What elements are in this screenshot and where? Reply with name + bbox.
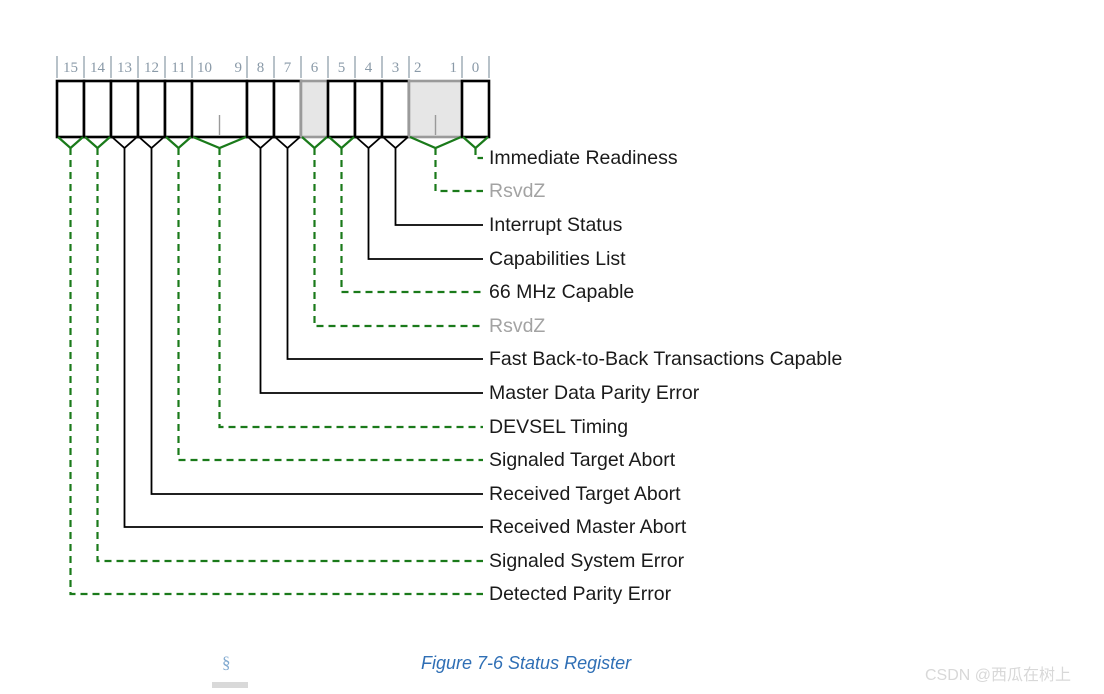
cell-connector-10-9 — [192, 135, 247, 150]
register-cell-3 — [380, 79, 411, 139]
status-register-diagram: 15 14 13 12 11 10 9 8 7 6 5 4 3 2 1 0 Immediate Readine… — [55, 56, 1071, 688]
bit-number-9: 9 — [235, 60, 243, 76]
footer-rule — [212, 682, 248, 688]
leader-line-4 — [367, 148, 483, 260]
bit-number-12: 12 — [144, 60, 159, 76]
field-label-devsel-timing: DEVSEL Timing — [489, 416, 628, 438]
cell-connector-5 — [328, 136, 355, 150]
bit-number-13: 13 — [117, 60, 132, 76]
bit-number-7: 7 — [284, 60, 292, 76]
register-cell-7 — [272, 79, 303, 139]
bit-number-6: 6 — [311, 60, 319, 76]
cell-connector-4 — [355, 136, 382, 150]
leader-line-5 — [340, 148, 483, 294]
bit-number-15: 15 — [63, 60, 78, 76]
field-label-fast-back-to-back-transactions-capable: Fast Back-to-Back Transactions Capable — [489, 348, 842, 370]
cell-connector-11 — [165, 136, 192, 150]
leader-line-0 — [474, 148, 483, 160]
leader-line-7 — [286, 148, 483, 360]
cell-connector-14 — [84, 136, 111, 150]
cell-connector-15 — [57, 136, 84, 150]
leader-line-6 — [313, 148, 483, 328]
register-cell-15 — [55, 79, 86, 139]
figure-caption: Figure 7-6 Status Register — [421, 653, 632, 673]
field-label-rsvdz: RsvdZ — [489, 315, 545, 337]
register-cell-6 — [299, 79, 330, 139]
leader-line-11 — [177, 148, 483, 462]
section-mark: § — [222, 653, 231, 672]
bit-number-5: 5 — [338, 60, 346, 76]
register-cell-8 — [245, 79, 276, 139]
status-register-figure: 15 14 13 12 11 10 9 8 7 6 5 4 3 2 1 0 Immediate Readine… — [0, 0, 1104, 694]
bit-number-1: 1 — [450, 60, 458, 76]
bit-number-2: 2 — [414, 60, 422, 76]
leader-lines — [69, 148, 483, 596]
field-label-immediate-readiness: Immediate Readiness — [489, 147, 678, 169]
leader-line-8 — [259, 148, 483, 394]
bit-number-0: 0 — [472, 60, 480, 76]
field-label-signaled-system-error: Signaled System Error — [489, 550, 685, 572]
bit-number-3: 3 — [392, 60, 400, 76]
leader-line-13 — [123, 148, 483, 528]
cell-connector-3 — [382, 136, 409, 150]
field-label-rsvdz: RsvdZ — [489, 180, 545, 202]
register-cell-0 — [460, 79, 491, 139]
watermark: CSDN @西瓜在树上 — [925, 666, 1071, 684]
field-label-66-mhz-capable: 66 MHz Capable — [489, 281, 634, 303]
leader-line-12 — [150, 148, 483, 495]
register-cell-5 — [326, 79, 357, 139]
leader-line-3 — [394, 148, 483, 226]
register-cell-13 — [109, 79, 140, 139]
cell-connector-7 — [274, 136, 301, 150]
bit-number-10: 10 — [197, 60, 212, 76]
register-cells — [55, 79, 491, 139]
field-labels: Immediate Readiness RsvdZ Interrupt Status… — [489, 147, 842, 605]
bit-number-labels: 15 14 13 12 11 10 9 8 7 6 5 4 3 2 1 0 — [63, 60, 479, 76]
cell-connector-0 — [462, 136, 489, 150]
leader-line-14 — [96, 148, 483, 563]
leader-line-10-9 — [218, 148, 483, 429]
cell-connector-13 — [111, 136, 138, 150]
field-label-detected-parity-error: Detected Parity Error — [489, 583, 672, 605]
field-label-capabilities-list: Capabilities List — [489, 248, 626, 270]
field-label-received-master-abort: Received Master Abort — [489, 516, 687, 538]
cell-connector-8 — [247, 136, 274, 150]
register-cell-12 — [136, 79, 167, 139]
field-label-signaled-target-abort: Signaled Target Abort — [489, 449, 676, 471]
cell-connector-2-1 — [409, 135, 462, 150]
register-cell-11 — [163, 79, 194, 139]
register-cell-4 — [353, 79, 384, 139]
cell-connector-12 — [138, 136, 165, 150]
bit-number-14: 14 — [90, 60, 106, 76]
register-cell-14 — [82, 79, 113, 139]
bit-number-8: 8 — [257, 60, 265, 76]
bit-number-4: 4 — [365, 60, 373, 76]
bit-number-11: 11 — [171, 60, 185, 76]
field-label-received-target-abort: Received Target Abort — [489, 483, 681, 505]
field-label-interrupt-status: Interrupt Status — [489, 214, 623, 236]
cell-connectors — [57, 135, 489, 150]
cell-connector-6 — [301, 136, 328, 150]
field-label-master-data-parity-error: Master Data Parity Error — [489, 382, 700, 404]
